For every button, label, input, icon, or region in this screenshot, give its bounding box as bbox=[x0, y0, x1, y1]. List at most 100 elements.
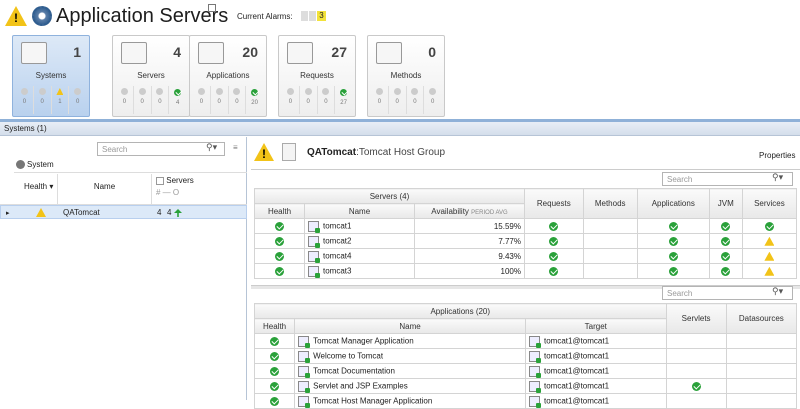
tile-stat[interactable]: 0 bbox=[193, 86, 211, 114]
col-health[interactable]: Health bbox=[253, 318, 296, 334]
availability-value: 9.43% bbox=[414, 248, 525, 264]
tile-stat[interactable]: 0 bbox=[424, 86, 441, 114]
tile-stat[interactable]: 0 bbox=[282, 86, 300, 114]
system-name[interactable]: QATomcat bbox=[63, 208, 100, 217]
column-chooser-icon[interactable]: ≡ bbox=[233, 143, 238, 152]
systems-panel: Search ⚲▾ ≡ System Health ▾ Name Servers… bbox=[0, 137, 247, 400]
stat-value: 0 bbox=[235, 99, 239, 105]
col-health[interactable]: Health bbox=[254, 203, 305, 219]
servers-ok-count: 4 bbox=[167, 208, 172, 217]
tile-stat[interactable]: 0 bbox=[318, 86, 336, 114]
tile-stat[interactable]: 1 bbox=[52, 86, 70, 114]
col-name[interactable]: Name bbox=[294, 318, 526, 334]
app-target[interactable]: tomcat1@tomcat1 bbox=[544, 351, 609, 360]
server-name[interactable]: tomcat1 bbox=[323, 221, 351, 230]
tile-stat[interactable]: 27 bbox=[335, 86, 352, 114]
col-services[interactable]: Services bbox=[741, 188, 798, 219]
edit-icon[interactable] bbox=[208, 4, 216, 12]
app-name[interactable]: Tomcat Documentation bbox=[313, 366, 395, 375]
host-type: :Tomcat Host Group bbox=[356, 147, 445, 158]
search-icon[interactable]: ⚲▾ bbox=[206, 142, 217, 153]
stat-value: 0 bbox=[158, 99, 162, 105]
tile-systems[interactable]: 1 Systems 0 0 1 0 bbox=[12, 35, 90, 117]
servers-count: 4 bbox=[157, 208, 162, 217]
tile-stat[interactable]: 20 bbox=[246, 86, 263, 114]
app-name[interactable]: Servlet and JSP Examples bbox=[313, 381, 408, 390]
table-row[interactable]: tomcat3 100% bbox=[254, 263, 798, 279]
search-icon[interactable]: ⚲▾ bbox=[772, 286, 783, 297]
tile-stat[interactable]: 0 bbox=[300, 86, 318, 114]
tile-icon bbox=[376, 42, 402, 64]
table-row[interactable]: tomcat4 9.43% bbox=[254, 248, 798, 264]
tile-applications[interactable]: 20 Applications 0 0 0 20 bbox=[189, 35, 267, 117]
tile-stat[interactable]: 0 bbox=[389, 86, 407, 114]
search-icon[interactable]: ⚲▾ bbox=[772, 172, 783, 183]
health-ok-icon bbox=[275, 266, 284, 276]
tile-stat[interactable]: 0 bbox=[116, 86, 134, 114]
col-availability[interactable]: Availability PERIOD AVG bbox=[414, 203, 525, 219]
alarm-normal-box[interactable] bbox=[301, 11, 308, 21]
host-name: QATomcat bbox=[307, 147, 357, 158]
tile-stat[interactable]: 0 bbox=[211, 86, 229, 114]
col-jvm[interactable]: JVM bbox=[708, 188, 743, 219]
server-name[interactable]: tomcat4 bbox=[323, 251, 351, 260]
col-servlets[interactable]: Servlets bbox=[665, 303, 727, 334]
table-row[interactable]: Servlet and JSP Examples tomcat1@tomcat1 bbox=[253, 378, 798, 394]
col-requests[interactable]: Requests bbox=[524, 188, 584, 219]
ok-icon bbox=[721, 251, 731, 261]
tile-stat[interactable]: 0 bbox=[134, 86, 152, 114]
table-row[interactable]: ▸ QATomcat 4 4 bbox=[0, 205, 247, 219]
tile-servers[interactable]: 4 Servers 0 0 0 4 bbox=[112, 35, 190, 117]
table-row[interactable]: tomcat2 7.77% bbox=[254, 233, 798, 249]
table-row[interactable]: Tomcat Documentation tomcat1@tomcat1 bbox=[253, 363, 798, 379]
col-name-header[interactable]: Name bbox=[58, 174, 152, 204]
table-row[interactable]: tomcat1 15.59% bbox=[254, 218, 798, 234]
app-name[interactable]: Tomcat Host Manager Application bbox=[313, 396, 432, 405]
tile-stat[interactable]: 0 bbox=[407, 86, 425, 114]
ok-icon bbox=[721, 236, 731, 246]
tile-stat[interactable]: 0 bbox=[16, 86, 34, 114]
tile-stat[interactable]: 4 bbox=[169, 86, 186, 114]
tile-requests[interactable]: 27 Requests 0 0 0 27 bbox=[278, 35, 356, 117]
tile-label: Systems bbox=[35, 71, 67, 80]
tile-stat[interactable]: 0 bbox=[69, 86, 86, 114]
app-target[interactable]: tomcat1@tomcat1 bbox=[544, 381, 609, 390]
app-target[interactable]: tomcat1@tomcat1 bbox=[544, 396, 609, 405]
table-row[interactable]: Tomcat Manager Application tomcat1@tomca… bbox=[253, 333, 798, 349]
host-title: QATomcat:Tomcat Host Group bbox=[307, 147, 445, 158]
table-row[interactable]: Welcome to Tomcat tomcat1@tomcat1 bbox=[253, 348, 798, 364]
tile-methods[interactable]: 0 Methods 0 0 0 0 bbox=[367, 35, 445, 117]
col-name[interactable]: Name bbox=[304, 203, 415, 219]
col-servers-header[interactable]: Servers # — O bbox=[152, 174, 247, 204]
alarm-warning-box[interactable] bbox=[309, 11, 316, 21]
app-target[interactable]: tomcat1@tomcat1 bbox=[544, 336, 609, 345]
properties-link[interactable]: Properties bbox=[759, 151, 795, 160]
table-row[interactable]: Tomcat Host Manager Application tomcat1@… bbox=[253, 393, 798, 409]
col-datasources[interactable]: Datasources bbox=[725, 303, 798, 334]
tile-stat[interactable]: 0 bbox=[152, 86, 170, 114]
servers-header: Servers (4) bbox=[254, 188, 525, 204]
server-icon bbox=[308, 220, 320, 233]
server-name[interactable]: tomcat3 bbox=[323, 266, 351, 275]
col-target[interactable]: Target bbox=[524, 318, 667, 334]
tile-stats: 0 0 0 4 bbox=[116, 86, 186, 114]
ok-icon bbox=[721, 221, 731, 231]
col-methods[interactable]: Methods bbox=[582, 188, 638, 219]
app-name[interactable]: Tomcat Manager Application bbox=[313, 336, 414, 345]
tile-stat[interactable]: 0 bbox=[34, 86, 52, 114]
app-target[interactable]: tomcat1@tomcat1 bbox=[544, 366, 609, 375]
server-icon bbox=[308, 265, 320, 278]
availability-value: 100% bbox=[414, 263, 525, 279]
server-name[interactable]: tomcat2 bbox=[323, 236, 351, 245]
tile-stat[interactable]: 0 bbox=[229, 86, 247, 114]
col-applications[interactable]: Applications bbox=[636, 188, 710, 219]
server-icon bbox=[528, 335, 541, 348]
app-name[interactable]: Welcome to Tomcat bbox=[313, 351, 383, 360]
app-icon bbox=[298, 335, 311, 348]
row-expand-icon[interactable]: ▸ bbox=[6, 209, 10, 217]
tile-stat[interactable]: 0 bbox=[371, 86, 389, 114]
col-health-header[interactable]: Health ▾ bbox=[22, 174, 58, 204]
tile-count: 27 bbox=[331, 44, 347, 60]
ok-icon bbox=[668, 236, 678, 246]
alarm-count-badge[interactable]: 3 bbox=[317, 11, 326, 21]
